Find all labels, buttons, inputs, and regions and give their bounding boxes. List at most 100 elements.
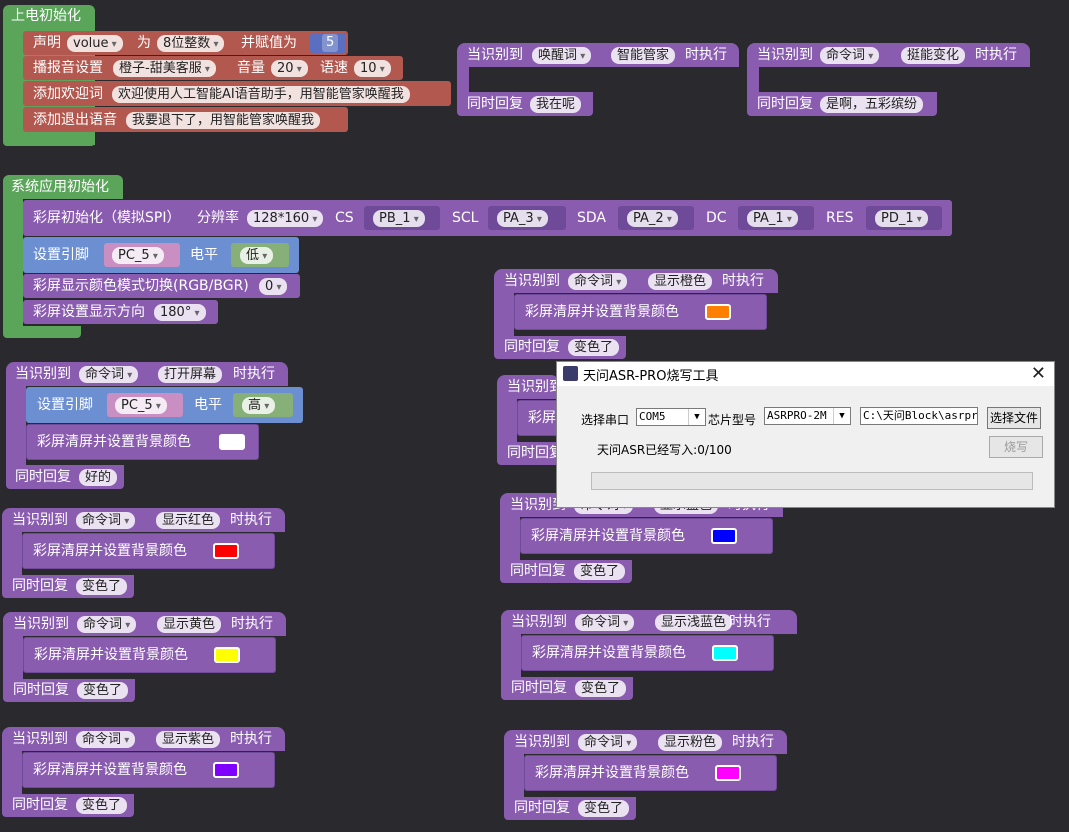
color-cmd-suffix: 时执行 bbox=[230, 731, 272, 747]
cmd-colorful-suffix: 时执行 bbox=[975, 47, 1017, 63]
dialog-title: 天问ASR-PRO烧写工具 bbox=[583, 369, 719, 384]
app-icon bbox=[563, 366, 578, 381]
cmd-open-color-swatch[interactable] bbox=[219, 434, 245, 450]
sys-init-title: 系统应用初始化 bbox=[11, 179, 109, 195]
color-cmd-prefix: 当识别到 bbox=[12, 512, 68, 528]
burn-progress-bar bbox=[591, 472, 1033, 490]
lcd-dc-dropdown[interactable]: PA_1 bbox=[747, 210, 798, 227]
lcd-scl-dropdown[interactable]: PA_3 bbox=[497, 210, 548, 227]
color-cmd-reply-label: 同时回复 bbox=[514, 800, 570, 816]
color-swatch[interactable] bbox=[705, 304, 731, 320]
wake-reply-input[interactable]: 我在呢 bbox=[530, 96, 582, 113]
color-cmd-prefix: 当识别到 bbox=[511, 614, 567, 630]
port-select[interactable]: COM5 ▼ bbox=[636, 408, 706, 426]
chip-label: 芯片型号 bbox=[708, 413, 757, 427]
lcd-res-pin-dropdown[interactable]: PD_1 bbox=[875, 210, 928, 227]
color-swatch[interactable] bbox=[711, 528, 737, 544]
color-cmd-reply-input[interactable]: 变色了 bbox=[76, 797, 128, 814]
cmd-colorful-reply-input[interactable]: 是啊，五彩缤纷 bbox=[820, 96, 924, 113]
exit-voice-label: 添加退出语音 bbox=[33, 112, 117, 128]
dialog-titlebar[interactable]: 天问ASR-PRO烧写工具 ✕ bbox=[557, 362, 1054, 386]
wake-reply-label: 同时回复 bbox=[467, 96, 523, 112]
lcd-clear-label: 彩屏清屏并设置背景颜色 bbox=[535, 765, 689, 781]
cmd-open-level-label: 电平 bbox=[194, 397, 222, 413]
color-cmd-suffix: 时执行 bbox=[231, 616, 273, 632]
declare-var-dropdown[interactable]: volue bbox=[67, 35, 123, 52]
color-cmd-word-input[interactable]: 显示紫色 bbox=[156, 731, 221, 748]
tts-speed-dropdown[interactable]: 10 bbox=[354, 60, 391, 77]
color-cmd-reply-label: 同时回复 bbox=[507, 445, 563, 461]
lcd-sda-dropdown[interactable]: PA_2 bbox=[627, 210, 678, 227]
wake-suffix: 时执行 bbox=[685, 47, 727, 63]
color-cmd-word-input[interactable]: 显示黄色 bbox=[157, 616, 222, 633]
choose-file-button[interactable]: 选择文件 bbox=[987, 407, 1041, 429]
color-swatch[interactable] bbox=[213, 543, 239, 559]
color-cmd-kind-dropdown[interactable]: 命令词 bbox=[575, 614, 635, 631]
color-cmd-prefix: 当识别到 bbox=[507, 379, 563, 395]
color-cmd-reply-input[interactable]: 变色了 bbox=[575, 680, 627, 697]
cmd-open-clear-label: 彩屏清屏并设置背景颜色 bbox=[37, 434, 191, 450]
color-cmd-body bbox=[2, 750, 22, 794]
file-path-field[interactable]: C:\天问Block\asrpro bbox=[860, 407, 978, 425]
color-cmd-word-input[interactable]: 显示红色 bbox=[156, 512, 221, 529]
color-cmd-kind-dropdown[interactable]: 命令词 bbox=[77, 616, 137, 633]
declare-value-input[interactable]: 5 bbox=[322, 34, 339, 52]
cmd-colorful-kind-dropdown[interactable]: 命令词 bbox=[820, 47, 880, 64]
lcd-res-dropdown[interactable]: 128*160 bbox=[247, 210, 324, 227]
color-mode-dropdown[interactable]: 0 bbox=[259, 278, 288, 295]
color-cmd-body bbox=[504, 753, 524, 797]
lcd-clear-label: 彩屏清屏并设置背景颜色 bbox=[33, 762, 187, 778]
tts-volume-dropdown[interactable]: 20 bbox=[271, 60, 308, 77]
color-cmd-reply-input[interactable]: 变色了 bbox=[574, 563, 626, 580]
lcd-scl-label: SCL bbox=[452, 210, 479, 226]
color-cmd-reply-input[interactable]: 变色了 bbox=[578, 800, 630, 817]
declare-assign-label: 并赋值为 bbox=[241, 35, 297, 51]
tts-voice-dropdown[interactable]: 橙子-甜美客服 bbox=[113, 60, 216, 77]
color-swatch[interactable] bbox=[712, 645, 738, 661]
cmd-open-pin-dropdown[interactable]: PC_5 bbox=[115, 397, 167, 414]
cmd-open-kind-dropdown[interactable]: 命令词 bbox=[79, 366, 139, 383]
cmd-open-reply-input[interactable]: 好的 bbox=[79, 469, 118, 486]
set-pin-dropdown[interactable]: PC_5 bbox=[112, 247, 164, 264]
color-cmd-body bbox=[494, 292, 514, 336]
color-cmd-prefix: 当识别到 bbox=[514, 734, 570, 750]
color-cmd-kind-dropdown[interactable]: 命令词 bbox=[76, 731, 136, 748]
wake-kind-dropdown[interactable]: 唤醒词 bbox=[532, 47, 592, 64]
declare-label: 声明 bbox=[33, 35, 61, 51]
color-swatch[interactable] bbox=[715, 765, 741, 781]
lcd-cs-dropdown[interactable]: PB_1 bbox=[373, 210, 425, 227]
color-cmd-reply-input[interactable]: 变色了 bbox=[568, 339, 620, 356]
set-pin-level-dropdown[interactable]: 低 bbox=[240, 247, 274, 264]
lcd-clear-label: 彩屏清屏并设置背景颜色 bbox=[531, 528, 685, 544]
cmd-colorful-word-input[interactable]: 挺能变化 bbox=[901, 47, 966, 64]
color-swatch[interactable] bbox=[214, 647, 240, 663]
wake-word-input[interactable]: 智能管家 bbox=[611, 47, 676, 64]
exit-voice-text-input[interactable]: 我要退下了，用智能管家唤醒我 bbox=[126, 112, 321, 129]
color-cmd-reply-input[interactable]: 变色了 bbox=[76, 578, 128, 595]
burn-button[interactable]: 烧写 bbox=[989, 436, 1043, 458]
color-swatch[interactable] bbox=[213, 762, 239, 778]
color-cmd-word-input[interactable]: 显示浅蓝色 bbox=[655, 614, 733, 631]
declare-type-dropdown[interactable]: 8位整数 bbox=[157, 35, 225, 52]
color-cmd-reply-input[interactable]: 变色了 bbox=[77, 682, 129, 699]
color-cmd-kind-dropdown[interactable]: 命令词 bbox=[76, 512, 136, 529]
cmd-open-suffix: 时执行 bbox=[233, 366, 275, 382]
cmd-open-word-input[interactable]: 打开屏幕 bbox=[158, 366, 223, 383]
color-cmd-word-input[interactable]: 显示橙色 bbox=[648, 273, 713, 290]
color-cmd-prefix: 当识别到 bbox=[504, 273, 560, 289]
cmd-open-level-dropdown[interactable]: 高 bbox=[242, 397, 276, 414]
color-cmd-kind-dropdown[interactable]: 命令词 bbox=[578, 734, 638, 751]
lcd-cs-label: CS bbox=[335, 210, 354, 226]
welcome-text-input[interactable]: 欢迎使用人工智能AI语音助手，用智能管家唤醒我 bbox=[112, 86, 410, 103]
cmd-colorful-prefix: 当识别到 bbox=[757, 47, 813, 63]
lcd-res-label: 分辨率 bbox=[197, 210, 239, 226]
port-label: 选择串口 bbox=[581, 413, 630, 427]
color-cmd-word-input[interactable]: 显示粉色 bbox=[658, 734, 723, 751]
direction-dropdown[interactable]: 180° bbox=[154, 304, 206, 321]
color-cmd-body bbox=[497, 398, 517, 442]
chevron-down-icon[interactable]: ▼ bbox=[833, 408, 850, 424]
color-cmd-kind-dropdown[interactable]: 命令词 bbox=[568, 273, 628, 290]
close-icon[interactable]: ✕ bbox=[1031, 363, 1046, 384]
chip-select[interactable]: ASRPRO-2M ▼ bbox=[764, 407, 851, 425]
chevron-down-icon[interactable]: ▼ bbox=[688, 409, 705, 425]
